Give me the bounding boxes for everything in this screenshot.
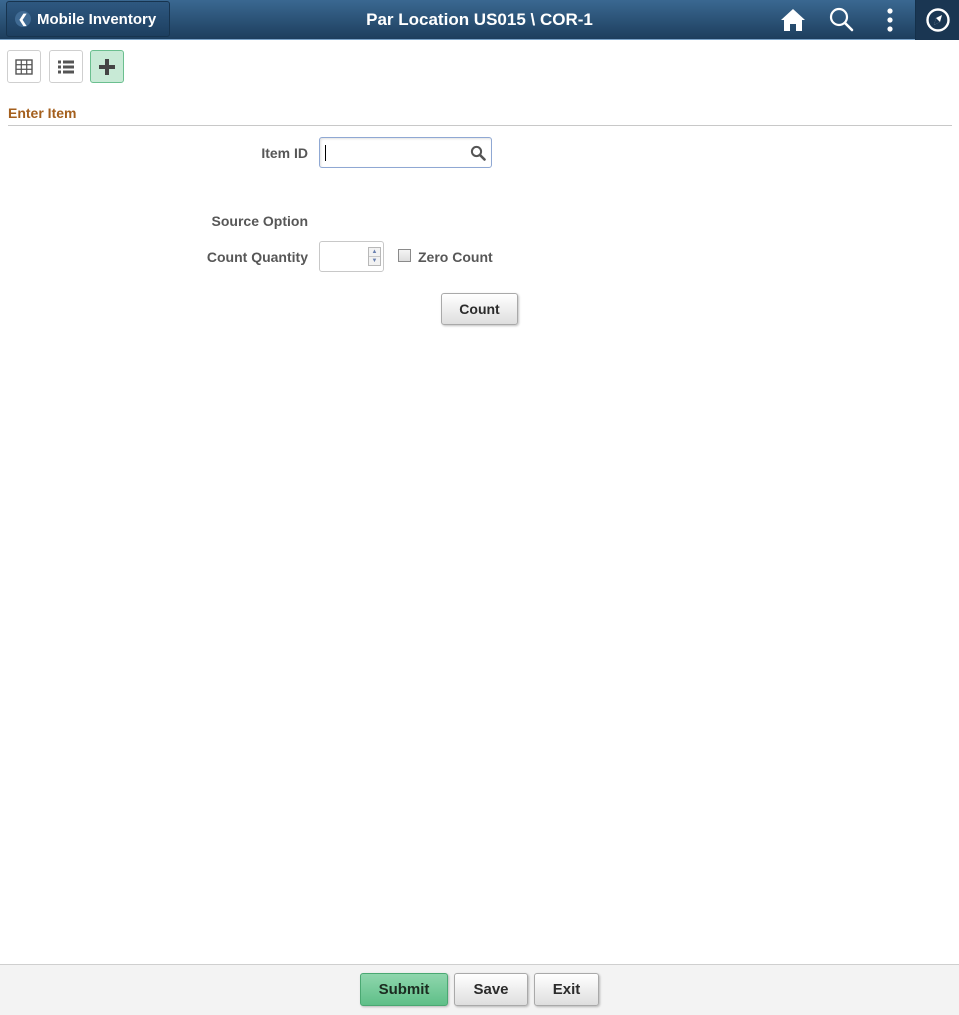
back-button[interactable]: ❮ Mobile Inventory: [6, 1, 170, 37]
grid-view-button[interactable]: [7, 50, 41, 83]
navbar-button[interactable]: [915, 0, 959, 40]
search-icon[interactable]: [827, 6, 855, 34]
source-option-label: Source Option: [211, 213, 308, 229]
home-icon[interactable]: [779, 6, 807, 34]
count-quantity-input[interactable]: [320, 242, 366, 271]
section-title: Enter Item: [8, 105, 77, 121]
plus-icon: [99, 58, 115, 75]
zero-count-checkbox[interactable]: [398, 249, 411, 262]
text-cursor: [325, 145, 326, 161]
count-quantity-field[interactable]: ▲ ▼: [319, 241, 384, 272]
footer-bar: Submit Save Exit: [0, 964, 959, 1015]
zero-count-label[interactable]: Zero Count: [418, 249, 493, 265]
count-quantity-label: Count Quantity: [206, 249, 308, 265]
submit-button[interactable]: Submit: [360, 973, 448, 1006]
stepper-down-icon[interactable]: ▼: [369, 256, 380, 265]
item-id-field[interactable]: [319, 137, 492, 168]
back-button-label: Mobile Inventory: [37, 10, 157, 28]
item-id-input[interactable]: [320, 138, 460, 167]
item-id-label: Item ID: [261, 145, 308, 161]
stepper-up-icon[interactable]: ▲: [369, 248, 380, 256]
app-header: ❮ Mobile Inventory Par Location US015 \ …: [0, 0, 959, 40]
navbar-compass-icon: [925, 8, 950, 32]
quantity-stepper[interactable]: ▲ ▼: [368, 247, 381, 266]
chevron-left-icon: ❮: [15, 11, 31, 27]
actions-menu-icon[interactable]: [876, 6, 904, 34]
count-button[interactable]: Count: [441, 293, 518, 325]
add-item-button[interactable]: [90, 50, 124, 83]
grid-icon: [15, 58, 33, 75]
section-divider: [8, 125, 952, 126]
exit-button[interactable]: Exit: [534, 973, 599, 1006]
save-button[interactable]: Save: [454, 973, 528, 1006]
list-icon: [58, 60, 74, 73]
list-view-button[interactable]: [49, 50, 83, 83]
lookup-search-icon[interactable]: [470, 145, 486, 166]
